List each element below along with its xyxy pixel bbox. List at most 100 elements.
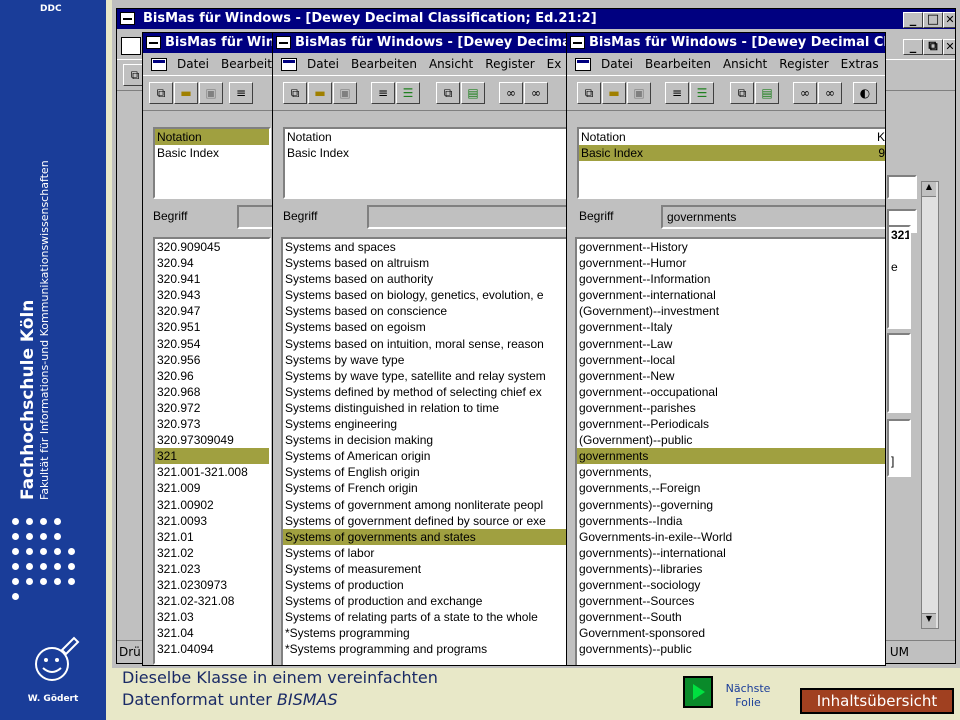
list-item[interactable]: Systems based on egoism [283,319,569,335]
menu-register[interactable]: Register [479,53,540,75]
copy-icon[interactable]: ⧉ [577,82,601,104]
back-text-box-1[interactable]: 321 e [887,225,911,329]
list-item[interactable]: 320.973 [155,416,269,432]
list-item[interactable]: government--Law [577,336,885,352]
list-item[interactable]: 321.04 [155,625,269,641]
window2-titlebar[interactable]: BisMas für Windows - [Dewey Decimal [273,33,569,53]
list-item[interactable]: Notation [155,129,269,146]
list-item[interactable]: Systems of labor [283,545,569,561]
list-item[interactable]: 321.02 [155,545,269,561]
document-icon[interactable]: ≡ [229,82,253,104]
list-item[interactable]: 321.001-321.008 [155,464,269,480]
save-icon[interactable]: ▣ [627,82,651,104]
copy-icon[interactable]: ⧉ [149,82,173,104]
save-icon[interactable]: ▣ [199,82,223,104]
window1-results-list[interactable]: 320.909045 320.94 320.941 320.943 320.947 320… [153,237,271,665]
list-item[interactable]: 320.956 [155,352,269,368]
menu-datei[interactable]: Datei [171,53,215,75]
window2-results-list[interactable]: Systems and spaces Systems based on altru… [281,237,569,665]
window-begriff-governments[interactable]: BisMas für Windows - [Dewey Decimal Cl D… [566,32,886,666]
window3-system-menu-icon[interactable] [570,36,585,49]
list-item[interactable]: governments)--libraries [577,561,885,577]
list-item[interactable]: government--local [577,352,885,368]
window1-titlebar[interactable]: BisMas für Windows [143,33,281,53]
list-item[interactable]: Systems based on authority [283,271,569,287]
open-folder-icon[interactable]: ▬ [308,82,332,104]
list-item[interactable]: 321.0230973 [155,577,269,593]
list-item[interactable]: Systems of measurement [283,561,569,577]
window-notation[interactable]: BisMas für Windows DateiBearbeiten ⧉ ▬ ▣… [142,32,282,666]
open-folder-icon[interactable]: ▬ [602,82,626,104]
list-item[interactable]: Systems distinguished in relation to tim… [283,400,569,416]
list-item[interactable]: Systems of French origin [283,480,569,496]
list-item[interactable]: government--parishes [577,400,885,416]
window-back-restore-button[interactable]: □ [923,12,943,28]
list-item[interactable]: Systems of English origin [283,464,569,480]
window-back-titlebar[interactable]: BisMas für Windows - [Dewey Decimal Clas… [117,9,955,29]
list-item[interactable]: 321.00902 [155,497,269,513]
menu-ansicht[interactable]: Ansicht [423,53,479,75]
copy-record-icon[interactable]: ⧉ [436,82,460,104]
list-item[interactable]: governments)--public [577,641,885,657]
list-item[interactable]: Systems based on altruism [283,255,569,271]
list-item[interactable]: Basic Index [155,145,269,161]
menu-ansicht[interactable]: Ansicht [717,53,773,75]
back-vertical-scrollbar[interactable]: ▲ ▼ [921,181,939,629]
list-item[interactable]: 320.951 [155,319,269,335]
menu-datei[interactable]: Datei [301,53,345,75]
list-item[interactable]: Systems in decision making [283,432,569,448]
list-item[interactable]: Basic Index 9 [579,145,885,162]
window-back-close-button[interactable]: ✕ [943,12,955,28]
list-item[interactable]: government--New [577,368,885,384]
menu-bearbeiten[interactable]: Bearbeiten [639,53,717,75]
list-item[interactable]: Systems of government defined by source … [283,513,569,529]
open-folder-icon[interactable]: ▬ [174,82,198,104]
list-item[interactable]: government--Italy [577,319,885,335]
list-item[interactable]: governments)--governing [577,497,885,513]
list-item[interactable]: *Systems programming [283,625,569,641]
list-item[interactable]: government--History [577,239,885,255]
list-item[interactable]: governments--India [577,513,885,529]
list-item[interactable]: (Government)--investment [577,303,885,319]
list-item[interactable]: Government-sponsored [577,625,885,641]
list-item[interactable]: Notation [285,129,569,145]
list-item[interactable]: governments, [577,464,885,480]
list-item[interactable]: governments [577,448,885,465]
list-item[interactable]: 320.909045 [155,239,269,255]
list-item[interactable]: Systems of production [283,577,569,593]
list-item[interactable]: Governments-in-exile--World [577,529,885,545]
binoculars-icon[interactable]: ∞ [499,82,523,104]
menu-bearbeiten[interactable]: Bearbeiten [345,53,423,75]
list-item[interactable]: Systems of government among nonliterate … [283,497,569,513]
more-tools-icon[interactable]: ◐ [853,82,877,104]
menu-extras[interactable]: Ex [541,53,568,75]
window-begriff-systems[interactable]: BisMas für Windows - [Dewey Decimal Date… [272,32,570,666]
list-item[interactable]: 321.009 [155,480,269,496]
document-icon[interactable]: ≡ [371,82,395,104]
window3-results-list[interactable]: government--History government--Humor gove… [575,237,885,665]
list-item[interactable]: government--Sources [577,593,885,609]
list-item[interactable]: 321.03 [155,609,269,625]
list-item[interactable]: *Systems programming and programs [283,641,569,657]
window1-doc-menu-icon[interactable] [151,58,167,71]
list-item[interactable]: 320.97309049 [155,432,269,448]
copy-icon[interactable]: ⧉ [283,82,307,104]
list-item[interactable]: 320.972 [155,400,269,416]
list-item[interactable]: Systems of production and exchange [283,593,569,609]
list-item[interactable]: Systems and spaces [283,239,569,255]
window3-doc-menu-icon[interactable] [575,58,591,71]
list-item[interactable]: 320.941 [155,271,269,287]
list-item[interactable]: Systems defined by method of selecting c… [283,384,569,400]
list-view-icon[interactable]: ☰ [690,82,714,104]
window1-system-menu-icon[interactable] [146,36,161,49]
copy-record-icon[interactable]: ⧉ [730,82,754,104]
back-text-box-2[interactable] [887,333,911,413]
window2-system-menu-icon[interactable] [276,36,291,49]
window-back-minimize-button[interactable]: _ [903,12,923,28]
window-back-doc-close-button[interactable]: ✕ [943,39,955,55]
list-item[interactable]: government--Humor [577,255,885,271]
list-item[interactable]: 320.954 [155,336,269,352]
window2-doc-menu-icon[interactable] [281,58,297,71]
window-back-doc-minimize-button[interactable]: _ [903,39,923,55]
binoculars-next-icon[interactable]: ∞ [524,82,548,104]
